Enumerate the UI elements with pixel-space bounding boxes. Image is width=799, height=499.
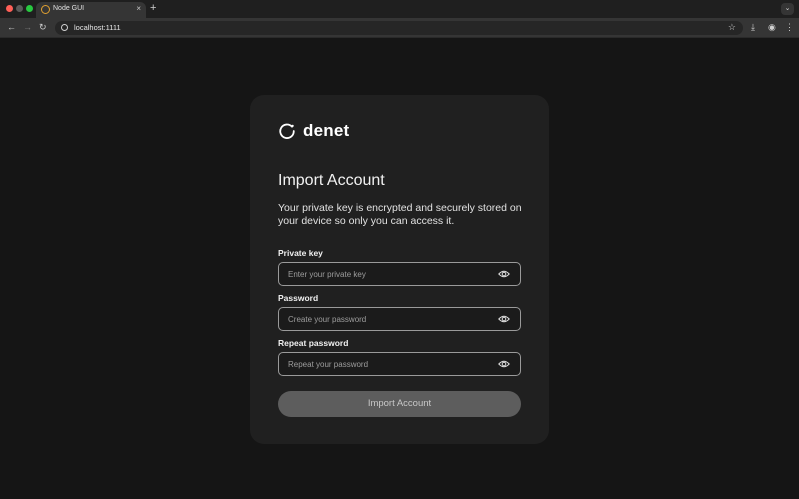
tab-search-button[interactable]: ⌄: [781, 3, 794, 15]
address-bar[interactable]: localhost:1111 ☆: [55, 21, 743, 35]
url-text[interactable]: localhost:1111: [74, 23, 121, 32]
import-account-button[interactable]: Import Account: [278, 391, 521, 417]
bookmark-star-icon[interactable]: ☆: [728, 22, 736, 33]
refresh-circle-icon: [279, 123, 295, 139]
password-label: Password: [278, 293, 319, 303]
password-field: [278, 307, 521, 331]
site-info-icon[interactable]: [61, 24, 68, 31]
repeat-password-input[interactable]: [288, 357, 488, 371]
page-description: Your private key is encrypted and secure…: [278, 202, 522, 227]
profile-icon[interactable]: ◉: [768, 22, 776, 33]
tab-favicon-icon: [41, 5, 50, 14]
page-content: denet Import Account Your private key is…: [0, 39, 799, 499]
browser-menu-icon[interactable]: ⋮: [785, 22, 794, 33]
logo-text: denet: [303, 121, 350, 140]
eye-icon[interactable]: [498, 314, 510, 324]
back-icon[interactable]: ←: [7, 22, 16, 33]
new-tab-button[interactable]: +: [150, 2, 156, 14]
page-title: Import Account: [278, 172, 385, 189]
browser-toolbar: ← → ↻ localhost:1111 ☆ ⤓ ◉ ⋮: [0, 18, 799, 38]
password-input[interactable]: [288, 312, 488, 326]
repeat-password-field: [278, 352, 521, 376]
eye-icon[interactable]: [498, 269, 510, 279]
import-account-card: denet Import Account Your private key is…: [250, 95, 549, 444]
minimize-window-button[interactable]: [16, 5, 23, 12]
reload-icon[interactable]: ↻: [39, 22, 47, 33]
eye-icon[interactable]: [498, 359, 510, 369]
forward-icon[interactable]: →: [23, 22, 32, 33]
tab-close-icon[interactable]: ×: [136, 4, 141, 14]
browser-tab-bar: Node GUI × + ⌄: [0, 0, 799, 18]
browser-tab[interactable]: Node GUI ×: [36, 2, 146, 18]
brand-logo: denet: [278, 121, 349, 141]
private-key-input[interactable]: [288, 267, 488, 281]
private-key-field: [278, 262, 521, 286]
download-icon[interactable]: ⤓: [751, 22, 755, 33]
repeat-password-label: Repeat password: [278, 338, 349, 348]
tab-title: Node GUI: [53, 5, 85, 12]
close-window-button[interactable]: [6, 5, 13, 12]
maximize-window-button[interactable]: [26, 5, 33, 12]
private-key-label: Private key: [278, 248, 323, 258]
